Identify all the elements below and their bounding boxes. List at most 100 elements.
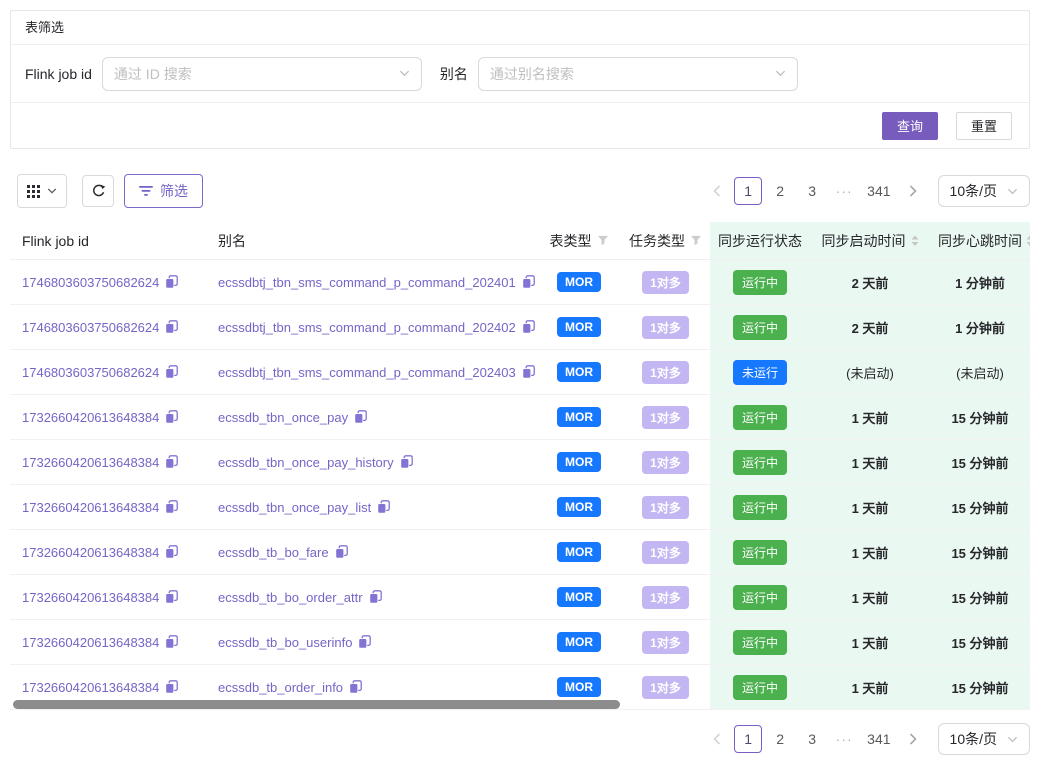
copy-icon[interactable]	[522, 275, 535, 289]
column-settings-button[interactable]	[17, 174, 67, 208]
table-row[interactable]: 1732660420613648384 ecssdb_tb_bo_userinf…	[10, 620, 1030, 665]
cell-start-time: (未启动)	[810, 350, 930, 394]
heartbeat-time-value: 1 分钟前	[955, 318, 1005, 337]
alias-link[interactable]: ecssdb_tbn_once_pay	[218, 410, 348, 425]
refresh-button[interactable]	[82, 175, 114, 207]
table-row[interactable]: 1746803603750682624 ecssdbtj_tbn_sms_com…	[10, 260, 1030, 305]
copy-icon[interactable]	[165, 365, 178, 379]
copy-icon[interactable]	[377, 500, 390, 514]
filter-funnel-icon[interactable]	[690, 235, 702, 246]
table-row[interactable]: 1746803603750682624 ecssdbtj_tbn_sms_com…	[10, 305, 1030, 350]
alias-link[interactable]: ecssdbtj_tbn_sms_command_p_command_20240…	[218, 320, 516, 335]
prev-page-icon[interactable]	[704, 177, 730, 205]
page-size-select[interactable]: 10条/页	[938, 175, 1030, 207]
page-number[interactable]: 1	[734, 177, 762, 205]
cell-heartbeat-time: 15 分钟前	[930, 530, 1030, 574]
flink-job-id-link[interactable]: 1732660420613648384	[22, 500, 159, 515]
copy-icon[interactable]	[165, 455, 178, 469]
copy-icon[interactable]	[165, 635, 178, 649]
cell-start-time: 1 天前	[810, 575, 930, 619]
header-sync-status: 同步运行状态	[710, 222, 810, 259]
filter-funnel-icon[interactable]	[597, 235, 609, 246]
table-row[interactable]: 1732660420613648384 ecssdb_tbn_once_pay …	[10, 395, 1030, 440]
flink-job-id-link[interactable]: 1746803603750682624	[22, 320, 159, 335]
table-type-tag: MOR	[557, 272, 601, 292]
alias-link[interactable]: ecssdb_tb_order_info	[218, 680, 343, 695]
cell-task-type: 1对多	[621, 620, 710, 664]
copy-icon[interactable]	[400, 455, 413, 469]
table-type-tag: MOR	[557, 677, 601, 697]
query-button[interactable]: 查询	[882, 112, 938, 140]
copy-icon[interactable]	[165, 500, 178, 514]
table-type-tag: MOR	[557, 542, 601, 562]
prev-page-icon[interactable]	[704, 725, 730, 753]
filter-button[interactable]: 筛选	[124, 174, 203, 208]
copy-icon[interactable]	[165, 590, 178, 604]
alias-link[interactable]: ecssdb_tb_bo_fare	[218, 545, 329, 560]
copy-icon[interactable]	[165, 680, 178, 694]
flink-job-id-link[interactable]: 1732660420613648384	[22, 410, 159, 425]
cell-flink-job-id: 1732660420613648384	[10, 575, 218, 619]
alias-link[interactable]: ecssdb_tb_bo_order_attr	[218, 590, 363, 605]
cell-start-time: 2 天前	[810, 305, 930, 349]
copy-icon[interactable]	[335, 545, 348, 559]
heartbeat-time-value: 15 分钟前	[951, 498, 1008, 517]
copy-icon[interactable]	[165, 275, 178, 289]
table-row[interactable]: 1732660420613648384 ecssdb_tb_bo_fare MO…	[10, 530, 1030, 575]
alias-link[interactable]: ecssdbtj_tbn_sms_command_p_command_20240…	[218, 365, 516, 380]
alias-link[interactable]: ecssdb_tb_bo_userinfo	[218, 635, 352, 650]
page-number[interactable]: 2	[766, 725, 794, 753]
copy-icon[interactable]	[358, 635, 371, 649]
flink-job-id-link[interactable]: 1732660420613648384	[22, 635, 159, 650]
start-time-value: 1 天前	[852, 453, 889, 472]
cell-heartbeat-time: 15 分钟前	[930, 620, 1030, 664]
table-row[interactable]: 1732660420613648384 ecssdb_tbn_once_pay_…	[10, 485, 1030, 530]
copy-icon[interactable]	[349, 680, 362, 694]
page-ellipsis[interactable]: ···	[830, 725, 858, 753]
next-page-icon[interactable]	[900, 177, 926, 205]
cell-start-time: 1 天前	[810, 530, 930, 574]
cell-task-type: 1对多	[621, 395, 710, 439]
copy-icon[interactable]	[522, 320, 535, 334]
alias-link[interactable]: ecssdb_tbn_once_pay_history	[218, 455, 394, 470]
sorter-icon[interactable]	[1026, 235, 1030, 247]
page-number[interactable]: 341	[862, 725, 895, 753]
page-number[interactable]: 3	[798, 725, 826, 753]
copy-icon[interactable]	[369, 590, 382, 604]
alias-link[interactable]: ecssdbtj_tbn_sms_command_p_command_20240…	[218, 275, 516, 290]
alias-link[interactable]: ecssdb_tbn_once_pay_list	[218, 500, 371, 515]
start-time-value: 1 天前	[852, 543, 889, 562]
copy-icon[interactable]	[165, 320, 178, 334]
page-ellipsis[interactable]: ···	[830, 177, 858, 205]
flink-job-id-link[interactable]: 1746803603750682624	[22, 275, 159, 290]
copy-icon[interactable]	[354, 410, 367, 424]
header-label: 别名	[218, 231, 246, 251]
table-row[interactable]: 1746803603750682624 ecssdbtj_tbn_sms_com…	[10, 350, 1030, 395]
flink-job-id-link[interactable]: 1732660420613648384	[22, 680, 159, 695]
horizontal-scrollbar[interactable]	[13, 700, 620, 709]
flink-job-id-link[interactable]: 1746803603750682624	[22, 365, 159, 380]
flink-job-id-link[interactable]: 1732660420613648384	[22, 545, 159, 560]
alias-select[interactable]: 通过别名搜索	[478, 57, 798, 91]
cell-table-type: MOR	[537, 620, 621, 664]
flink-job-id-link[interactable]: 1732660420613648384	[22, 590, 159, 605]
flink-job-id-label: Flink job id	[25, 66, 92, 82]
next-page-icon[interactable]	[900, 725, 926, 753]
sorter-icon[interactable]	[911, 235, 919, 247]
table-row[interactable]: 1732660420613648384 ecssdb_tb_bo_order_a…	[10, 575, 1030, 620]
copy-icon[interactable]	[165, 545, 178, 559]
flink-job-id-link[interactable]: 1732660420613648384	[22, 455, 159, 470]
page-number[interactable]: 1	[734, 725, 762, 753]
table-row[interactable]: 1732660420613648384 ecssdb_tbn_once_pay_…	[10, 440, 1030, 485]
cell-task-type: 1对多	[621, 260, 710, 304]
page-number[interactable]: 3	[798, 177, 826, 205]
cell-task-type: 1对多	[621, 350, 710, 394]
page-number[interactable]: 2	[766, 177, 794, 205]
copy-icon[interactable]	[165, 410, 178, 424]
page-number[interactable]: 341	[862, 177, 895, 205]
reset-button[interactable]: 重置	[956, 112, 1012, 140]
page-size-select[interactable]: 10条/页	[938, 723, 1030, 755]
grid-icon	[27, 185, 40, 198]
copy-icon[interactable]	[522, 365, 535, 379]
flink-job-id-select[interactable]: 通过 ID 搜索	[102, 57, 422, 91]
